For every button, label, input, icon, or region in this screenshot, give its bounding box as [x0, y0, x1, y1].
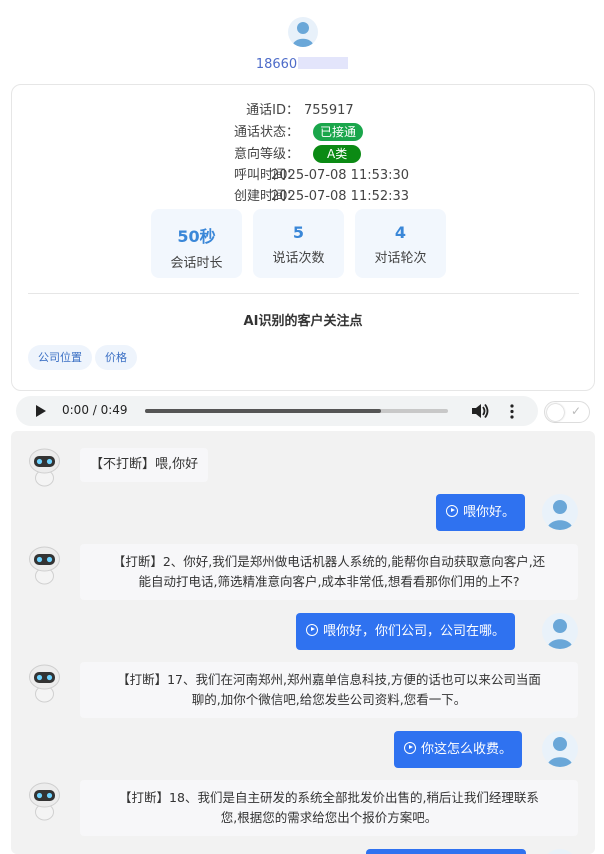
- intent-label: 意向等级：: [233, 147, 299, 162]
- call-status-row: 通话状态： 已接通: [12, 123, 594, 143]
- phone-number: 18660: [255, 57, 298, 72]
- message-text: 喂你好。: [463, 505, 516, 520]
- bot-message: 【打断】17、我们在河南郑州,郑州嘉单信息科技,方便的话也可以来公司当面 聊的,…: [80, 662, 578, 718]
- bot-message: 【不打断】喂,你好: [80, 448, 209, 482]
- stat-label: 会话时长: [170, 256, 223, 271]
- play-circle-icon: [446, 505, 458, 517]
- call-time-value: 2025-07-08 11:53:30: [271, 168, 410, 183]
- robot-avatar-icon: [29, 448, 60, 487]
- call-id-label: 通话ID：: [246, 103, 299, 118]
- focus-tag[interactable]: 公司位置: [28, 345, 92, 370]
- toggle-knob: [547, 404, 564, 421]
- divider: [28, 293, 579, 294]
- play-circle-icon: [306, 624, 318, 636]
- message-text-line: 能自动打电话,筛选精准意向客户,成本非常低,想看看那你们用的上不?: [138, 574, 520, 589]
- phone-mask: [298, 57, 349, 69]
- user-avatar-icon: [542, 731, 578, 767]
- user-message-play-button[interactable]: 你这怎么收费。: [394, 731, 523, 768]
- call-time-row: 呼叫时间： 2025-07-08 11:53:30: [12, 166, 594, 186]
- stat-rounds: 4 对话轮次: [355, 209, 446, 278]
- auto-play-toggle[interactable]: ✓: [544, 401, 590, 423]
- call-info-card: 通话ID： 755917 通话状态： 已接通 意向等级： A类 呼叫时间： 20…: [11, 84, 595, 391]
- intent-row: 意向等级： A类: [12, 145, 594, 165]
- stat-duration: 50秒 会话时长: [151, 209, 242, 278]
- audio-player: 0:00 / 0:49: [16, 396, 538, 426]
- focus-tag[interactable]: 价格: [95, 345, 137, 370]
- user-message-play-button[interactable]: [366, 849, 526, 854]
- play-circle-icon: [404, 742, 416, 754]
- bot-message: 【打断】2、你好,我们是郑州做电话机器人系统的,能帮你自动获取意向客户,还 能自…: [80, 544, 578, 600]
- stat-value: 5: [292, 223, 305, 242]
- check-icon: ✓: [570, 404, 581, 418]
- caller-phone: 18660: [0, 57, 604, 72]
- audio-time: 0:00 / 0:49: [62, 403, 128, 417]
- message-text-line: 【打断】18、我们是自主研发的系统全部批发价出售的,稍后让我们经理联系: [119, 790, 539, 805]
- call-id-row: 通话ID： 755917: [12, 101, 594, 121]
- play-icon[interactable]: [36, 405, 46, 417]
- chat-transcript: 【不打断】喂,你好 喂你好。 【打断】2、你好,我们是郑州做电话机器人系统的,能…: [11, 431, 595, 854]
- message-text-line: 【打断】17、我们在河南郑州,郑州嘉单信息科技,方便的话也可以来公司当面: [117, 672, 541, 687]
- audio-progress-track[interactable]: [145, 409, 448, 413]
- robot-avatar-icon: [29, 546, 60, 585]
- ai-focus-title: AI识别的客户关注点: [243, 314, 363, 329]
- bot-message: 【打断】18、我们是自主研发的系统全部批发价出售的,稍后让我们经理联系 您,根据…: [80, 780, 578, 836]
- call-status-label: 通话状态：: [233, 125, 299, 140]
- more-options-icon[interactable]: [510, 404, 514, 419]
- user-avatar-icon: [542, 494, 578, 530]
- stat-speak-count: 5 说话次数: [253, 209, 344, 278]
- stat-value: 4: [394, 223, 407, 242]
- stat-label: 对话轮次: [374, 251, 427, 266]
- user-message-play-button[interactable]: 喂你好，你们公司，公司在哪。: [296, 613, 516, 650]
- message-text-line: 【打断】2、你好,我们是郑州做电话机器人系统的,能帮你自动获取意向客户,还: [112, 554, 546, 569]
- user-avatar-icon: [542, 849, 578, 854]
- call-id-value: 755917: [304, 103, 354, 118]
- message-text-line: 您,根据您的需求给您出个报价方案吧。: [220, 810, 438, 825]
- user-message-play-button[interactable]: 喂你好。: [436, 494, 526, 531]
- stat-value: 50秒: [177, 227, 216, 246]
- user-avatar-icon: [542, 613, 578, 649]
- intent-badge: A类: [313, 145, 362, 163]
- create-time-row: 创建时间： 2025-07-08 11:52:33: [12, 187, 594, 207]
- message-text: 喂你好，你们公司，公司在哪。: [323, 624, 506, 639]
- caller-avatar-icon: [288, 17, 318, 47]
- status-badge: 已接通: [313, 123, 364, 141]
- message-text-line: 聊的,加你个微信吧,给您发些公司资料,您看一下。: [191, 692, 467, 707]
- create-time-value: 2025-07-08 11:52:33: [271, 189, 410, 204]
- audio-progress-fill: [145, 409, 382, 413]
- robot-avatar-icon: [29, 664, 60, 703]
- volume-icon[interactable]: [471, 403, 489, 419]
- message-text: 【不打断】喂,你好: [90, 457, 199, 472]
- robot-avatar-icon: [29, 782, 60, 821]
- stat-label: 说话次数: [272, 251, 325, 266]
- message-text: 你这怎么收费。: [421, 742, 513, 757]
